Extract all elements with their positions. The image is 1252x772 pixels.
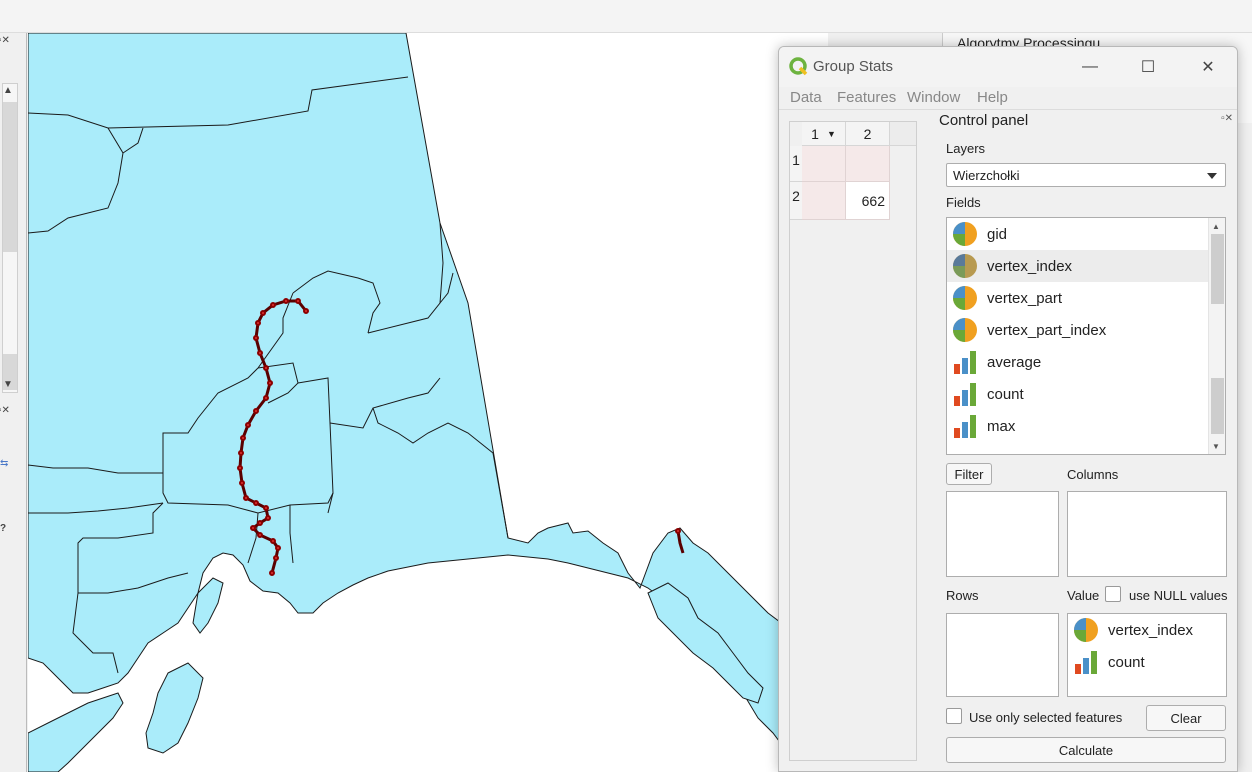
columns-box[interactable] [1067, 491, 1227, 577]
clear-button[interactable]: Clear [1146, 705, 1226, 731]
menu-data[interactable]: Data [790, 89, 822, 106]
land-polygon [145, 662, 204, 754]
scroll-thumb[interactable] [1211, 378, 1224, 434]
menu-help[interactable]: Help [977, 89, 1008, 106]
list-item[interactable]: vertex_part [947, 282, 1225, 314]
value-field-name: vertex_index [1108, 621, 1194, 639]
control-panel-title: Control panel [939, 112, 1029, 129]
field-name: vertex_part [987, 289, 1063, 307]
fields-label: Fields [946, 195, 981, 210]
pie-icon [953, 286, 977, 310]
field-name: average [987, 353, 1042, 371]
link-icon[interactable]: ⇆ [0, 458, 8, 469]
list-item[interactable]: count [1072, 648, 1145, 676]
use-null-label: use NULL values [1129, 588, 1228, 603]
list-item[interactable]: average [947, 346, 1225, 378]
bar-chart-icon [1075, 651, 1097, 674]
scroll-up-icon[interactable]: ▲ [3, 85, 13, 96]
qgis-logo-icon [789, 57, 808, 76]
field-name: vertex_part_index [987, 321, 1107, 339]
maximize-button[interactable]: ☐ [1125, 53, 1171, 81]
field-name: vertex_index [987, 257, 1073, 275]
close-button[interactable]: ✕ [1185, 53, 1231, 81]
filter-button[interactable]: Filter [946, 463, 992, 485]
list-item[interactable]: gid [947, 218, 1225, 250]
value-box[interactable]: vertex_index count [1067, 613, 1227, 697]
menu-window[interactable]: Window [907, 89, 960, 106]
column-header[interactable]: 2 [846, 122, 890, 146]
map-svg [28, 33, 828, 772]
float-icon[interactable]: ▫✕ [0, 405, 10, 416]
bar-chart-icon [954, 351, 976, 374]
rows-box[interactable] [946, 613, 1059, 697]
sort-arrow-icon: ▼ [826, 128, 836, 139]
table-cell[interactable] [802, 146, 846, 182]
float-icon[interactable]: ▫✕ [0, 35, 10, 46]
layer-select[interactable]: Wierzchołki [946, 163, 1226, 187]
columns-label: Columns [1067, 467, 1119, 482]
bar-chart-icon [954, 415, 976, 438]
map-canvas[interactable] [28, 33, 828, 772]
minimize-button[interactable]: — [1067, 53, 1113, 81]
table-cell[interactable] [846, 146, 890, 182]
field-name: max [987, 417, 1016, 435]
field-name: gid [987, 225, 1008, 243]
pie-icon [1074, 618, 1098, 642]
window-title: Group Stats [813, 58, 894, 75]
scroll-down-icon[interactable]: ▼ [1209, 439, 1223, 453]
use-null-checkbox[interactable] [1105, 586, 1121, 602]
list-item[interactable]: vertex_part_index [947, 314, 1225, 346]
menu-bar: Data Features Window Help [779, 87, 1237, 109]
help-icon[interactable]: ? [0, 523, 6, 534]
layers-label: Layers [946, 141, 986, 156]
chevron-down-icon [1207, 173, 1217, 179]
float-close-icon[interactable]: ▫✕ [1221, 113, 1233, 124]
filter-box[interactable] [946, 491, 1059, 577]
scroll-up-icon[interactable]: ▲ [1209, 219, 1223, 233]
pie-icon [953, 318, 977, 342]
scroll-down-icon[interactable]: ▼ [3, 379, 13, 390]
land-polygon [28, 692, 124, 772]
rows-label: Rows [946, 588, 979, 603]
field-name: count [987, 385, 1024, 403]
column-header[interactable]: 1 ▼ [802, 122, 846, 146]
result-table[interactable]: 1 ▼ 2 1 2 662 [789, 121, 917, 761]
bar-chart-icon [954, 383, 976, 406]
list-item[interactable]: count [947, 378, 1225, 410]
column-header-label: 2 [863, 125, 872, 142]
header-filler [890, 122, 916, 146]
window-titlebar[interactable]: Group Stats — ☐ ✕ [779, 47, 1237, 87]
calculate-button[interactable]: Calculate [946, 737, 1226, 763]
layer-select-value: Wierzchołki [953, 168, 1020, 183]
scroll-thumb[interactable] [1211, 234, 1224, 304]
list-item[interactable]: vertex_index [1072, 616, 1193, 644]
app-toolbar [0, 0, 1252, 33]
table-cell[interactable]: 662 [846, 182, 890, 220]
use-selected-checkbox[interactable] [946, 708, 962, 724]
fields-list[interactable]: gid vertex_index vertex_part vertex_part… [946, 217, 1226, 455]
list-item[interactable]: max [947, 410, 1225, 442]
row-header[interactable]: 1 [790, 146, 802, 182]
fields-scrollbar[interactable]: ▲ ▼ [1208, 218, 1225, 454]
use-selected-label: Use only selected features [969, 710, 1123, 725]
left-dock-strip: ▫✕ ▲ ▼ ▫✕ ⇆ ? [0, 33, 27, 772]
value-field-name: count [1108, 653, 1145, 671]
value-label: Value [1067, 588, 1100, 603]
table-cell[interactable] [802, 182, 846, 220]
list-item[interactable]: vertex_index [947, 250, 1225, 282]
menu-features[interactable]: Features [837, 89, 896, 106]
pie-icon [953, 254, 977, 278]
row-header[interactable]: 2 [790, 182, 802, 220]
dock-scrollbar[interactable] [2, 83, 18, 393]
column-header-label: 1 [811, 125, 819, 142]
pie-icon [953, 222, 977, 246]
group-stats-window: Group Stats — ☐ ✕ Data Features Window H… [778, 46, 1238, 772]
